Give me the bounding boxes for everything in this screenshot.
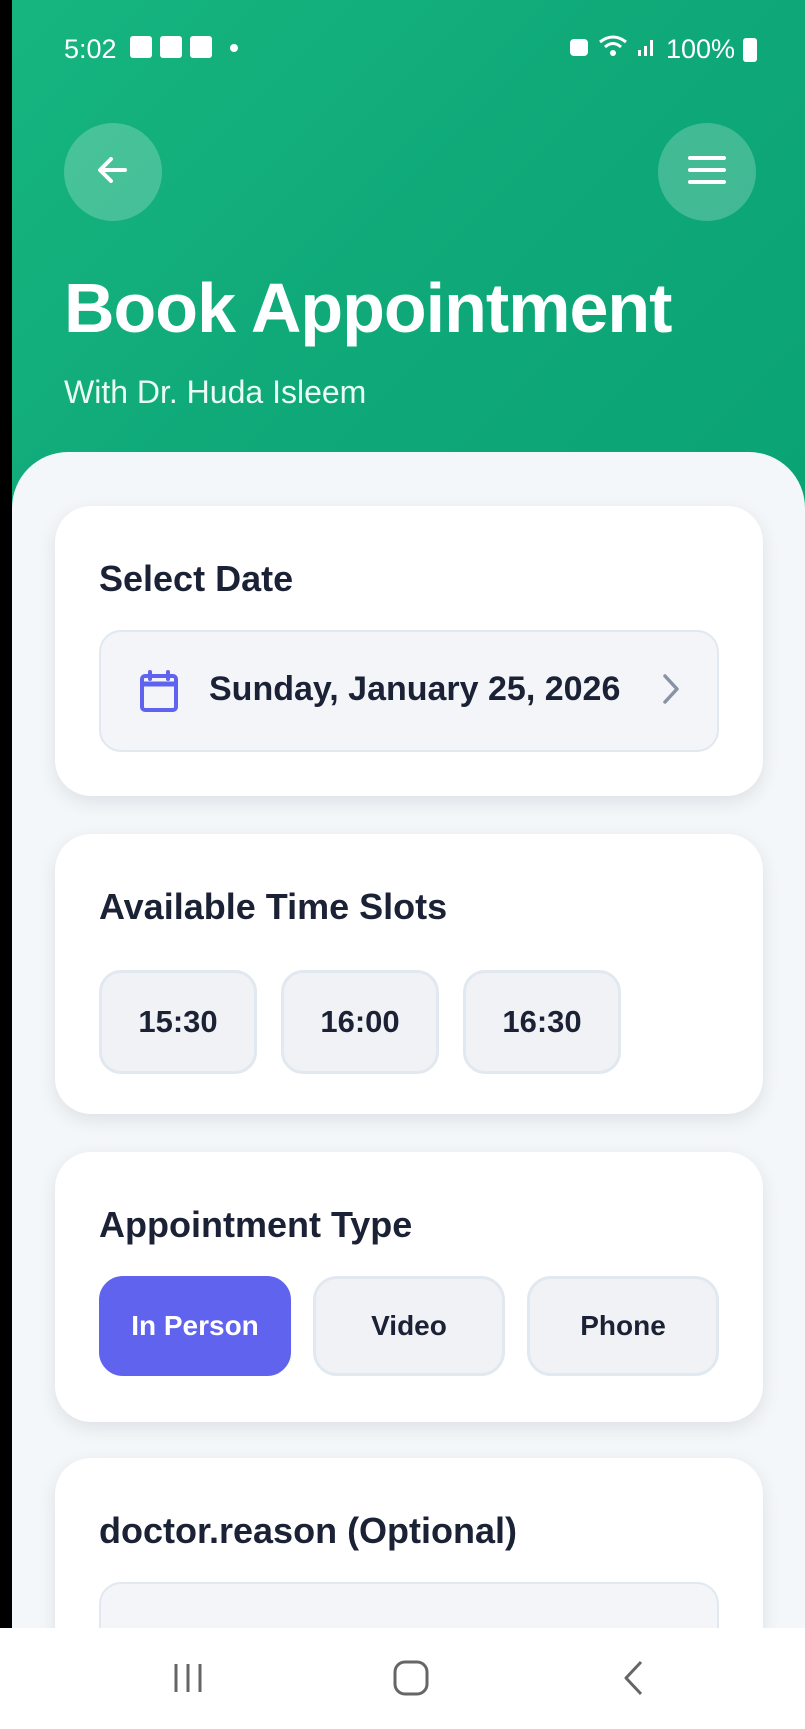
date-card: Select Date Sunday, January 25, 2026	[55, 506, 763, 796]
system-nav-bar	[0, 1628, 805, 1729]
chevron-left-icon	[614, 1658, 654, 1703]
status-bar: 5:02 100%	[12, 0, 805, 110]
menu-button[interactable]	[658, 123, 756, 221]
type-phone-button[interactable]: Phone	[527, 1276, 719, 1376]
time-slots-card: Available Time Slots 15:30 16:00 16:30	[55, 834, 763, 1114]
type-in-person-button[interactable]: In Person	[99, 1276, 291, 1376]
gallery-icon	[130, 36, 152, 58]
recent-apps-button[interactable]	[158, 1652, 218, 1708]
battery-percent: 100%	[665, 34, 735, 64]
time-slot[interactable]: 16:00	[281, 970, 439, 1074]
appointment-type-card: Appointment Type In Person Video Phone	[55, 1152, 763, 1422]
page-title: Book Appointment	[64, 269, 672, 347]
arrow-left-icon	[93, 150, 133, 195]
appointment-type-title: Appointment Type	[99, 1204, 413, 1245]
alarm-icon	[568, 34, 590, 65]
nav-back-button[interactable]	[604, 1652, 664, 1708]
dot-icon	[230, 44, 238, 52]
selected-date: Sunday, January 25, 2026	[209, 670, 621, 708]
home-icon	[391, 1658, 431, 1703]
date-card-title: Select Date	[99, 558, 294, 599]
time-slot[interactable]: 16:30	[463, 970, 621, 1074]
status-time: 5:02	[64, 34, 117, 64]
back-button[interactable]	[64, 123, 162, 221]
check-icon	[190, 36, 212, 58]
hamburger-icon	[687, 153, 727, 192]
time-slots-title: Available Time Slots	[99, 886, 448, 927]
content-area: Select Date Sunday, January 25, 2026 Ava…	[12, 452, 805, 1729]
reason-title: doctor.reason (Optional)	[99, 1510, 518, 1551]
calendar-icon	[139, 670, 179, 719]
status-icons-left	[130, 36, 238, 58]
signal-icon	[636, 34, 658, 65]
page-subtitle: With Dr. Huda Isleem	[64, 374, 367, 410]
chevron-right-icon	[661, 672, 681, 711]
type-video-button[interactable]: Video	[313, 1276, 505, 1376]
header: 5:02 100% Book Appointment With Dr. Huda…	[12, 0, 805, 520]
wifi-icon	[598, 34, 628, 65]
time-slot[interactable]: 15:30	[99, 970, 257, 1074]
date-picker-field[interactable]: Sunday, January 25, 2026	[99, 630, 719, 752]
battery-icon	[743, 37, 757, 62]
device-icon	[160, 36, 182, 58]
status-icons-right: 100%	[568, 34, 757, 65]
recent-apps-icon	[168, 1658, 208, 1703]
app-screen: 5:02 100% Book Appointment With Dr. Huda…	[12, 0, 805, 1729]
home-button[interactable]	[381, 1652, 441, 1708]
